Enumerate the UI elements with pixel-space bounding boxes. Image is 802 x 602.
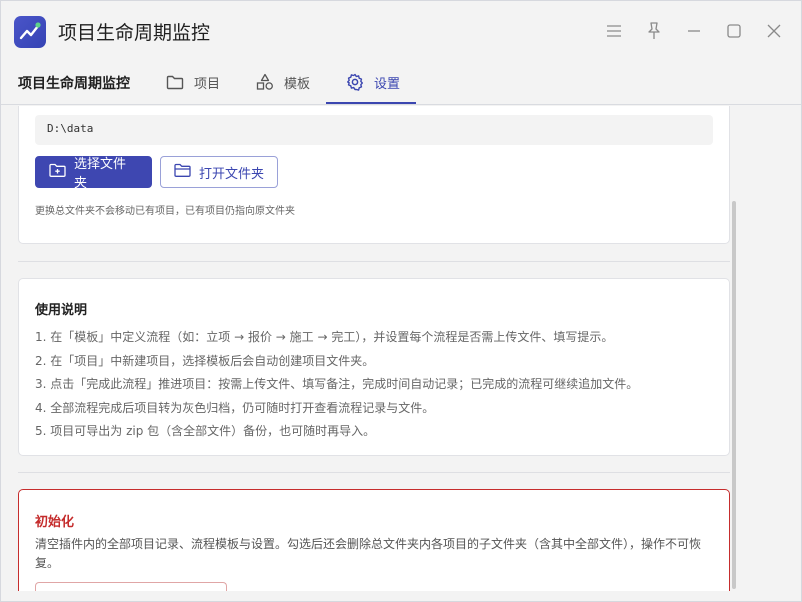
usage-list: 1. 在「模板」中定义流程（如：立项 → 报价 → 施工 → 完工），并设置每个… (35, 326, 638, 444)
tab-settings[interactable]: 设置 (326, 59, 416, 105)
folder-hint-text: 更换总文件夹不会移动已有项目，已有项目仍指向原文件夹 (35, 206, 295, 217)
section-divider (18, 472, 730, 473)
shapes-icon (255, 72, 275, 92)
folder-icon (165, 72, 185, 92)
settings-content[interactable]: D:\data 选择文件夹 打开文件夹 更换总文件夹不会移动已有项目，已有项目仍… (1, 106, 801, 591)
brand-title: 项目生命周期监控 (18, 76, 130, 92)
usage-item: 3. 点击「完成此流程」推进项目：按需上传文件、填写备注，完成时间自动记录；已完… (35, 377, 639, 391)
folder-path-field: D:\data (35, 115, 713, 145)
usage-item: 4. 全部流程完成后项目转为灰色归档，仍可随时打开查看流程记录与文件。 (35, 400, 435, 415)
init-button[interactable] (35, 582, 227, 591)
pin-icon[interactable] (642, 19, 666, 43)
menu-icon[interactable] (602, 19, 626, 43)
usage-item: 1. 在「模板」中定义流程（如：立项 → 报价 → 施工 → 完工），并设置每个… (35, 330, 614, 344)
tab-templates-label: 模板 (284, 76, 311, 92)
storage-card: D:\data 选择文件夹 打开文件夹 更换总文件夹不会移动已有项目，已有项目仍… (18, 106, 730, 244)
title-bar: 项目生命周期监控 (1, 1, 801, 59)
choose-folder-label: 选择文件夹 (74, 157, 127, 191)
app-window: 项目生命周期监控 项目生命周期监控 项目 模板 设置 D:\data 选择文件夹… (0, 0, 802, 602)
maximize-icon[interactable] (722, 19, 746, 43)
tab-projects-label: 项目 (194, 76, 221, 92)
minimize-icon[interactable] (682, 19, 706, 43)
tab-projects[interactable]: 项目 (165, 59, 220, 105)
open-folder-button[interactable]: 打开文件夹 (160, 156, 278, 188)
app-logo-icon (14, 16, 46, 48)
usage-item: 5. 项目可导出为 zip 包（含全部文件）备份，也可随时再导入。 (35, 424, 376, 438)
gear-icon (345, 72, 365, 92)
tab-templates[interactable]: 模板 (255, 59, 310, 105)
init-description: 清空插件内的全部项目记录、流程模板与设置。勾选后还会删除总文件夹内各项目的子文件… (35, 537, 702, 570)
usage-title: 使用说明 (35, 303, 88, 318)
folder-open-icon (174, 163, 191, 182)
usage-card: 使用说明 1. 在「模板」中定义流程（如：立项 → 报价 → 施工 → 完工），… (18, 278, 730, 456)
init-title: 初始化 (35, 515, 75, 530)
folder-add-icon (49, 163, 66, 182)
tab-settings-label: 设置 (374, 76, 401, 92)
init-card: 初始化 清空插件内的全部项目记录、流程模板与设置。勾选后还会删除总文件夹内各项目… (18, 489, 730, 591)
section-divider (18, 261, 730, 262)
close-icon[interactable] (762, 19, 786, 43)
window-title: 项目生命周期监控 (58, 22, 211, 44)
usage-item: 2. 在「项目」中新建项目，选择模板后会自动创建项目文件夹。 (35, 353, 375, 368)
tab-bar: 项目生命周期监控 项目 模板 设置 (1, 59, 801, 105)
choose-folder-button[interactable]: 选择文件夹 (35, 156, 152, 191)
scrollbar-thumb[interactable] (732, 201, 736, 589)
open-folder-label: 打开文件夹 (199, 166, 265, 182)
